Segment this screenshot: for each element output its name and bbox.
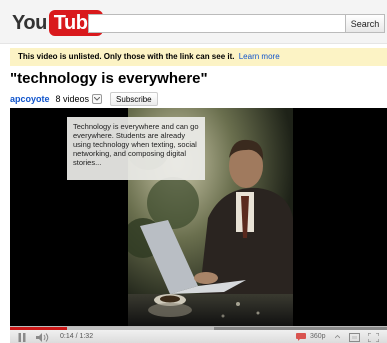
channel-name-link[interactable]: apcoyote (10, 94, 50, 104)
search-input[interactable] (88, 14, 345, 33)
learn-more-link[interactable]: Learn more (239, 52, 280, 61)
video-count: 8 videos (55, 94, 90, 104)
masthead: You Tube Search (0, 0, 387, 44)
video-title: "technology is everywhere" (10, 70, 208, 87)
fullscreen-button[interactable] (366, 332, 380, 342)
progress-played (10, 327, 67, 330)
popout-button[interactable] (347, 332, 361, 342)
chevron-up-icon (334, 335, 340, 339)
channel-dropdown-button[interactable] (92, 94, 103, 104)
unlisted-notice: This video is unlisted. Only those with … (10, 48, 387, 66)
volume-icon (36, 332, 49, 342)
time-display: 0:14 / 1:32 (60, 333, 94, 340)
logo-you-text: You (12, 11, 47, 34)
expand-icon (367, 332, 379, 342)
video-annotation[interactable]: Technology is everywhere and can go ever… (67, 117, 205, 180)
search-button[interactable]: Search (345, 14, 385, 33)
popout-icon (348, 332, 360, 342)
unlisted-notice-text: This video is unlisted. Only those with … (18, 52, 235, 61)
chevron-down-icon (94, 97, 101, 101)
pause-button[interactable] (16, 332, 28, 342)
player-controls: 0:14 / 1:32 360p (10, 326, 387, 343)
annotations-toggle[interactable] (295, 332, 307, 342)
pause-icon (18, 332, 26, 342)
volume-button[interactable] (34, 332, 52, 342)
channel-row: apcoyote 8 videos Subscribe (10, 92, 158, 106)
video-player[interactable]: Technology is everywhere and can go ever… (10, 108, 387, 343)
subscribe-button[interactable]: Subscribe (110, 92, 158, 106)
quality-selector[interactable]: 360p (310, 332, 326, 342)
quality-arrow[interactable] (332, 332, 342, 342)
speech-bubble-icon (296, 333, 306, 341)
progress-bar[interactable] (10, 327, 387, 330)
